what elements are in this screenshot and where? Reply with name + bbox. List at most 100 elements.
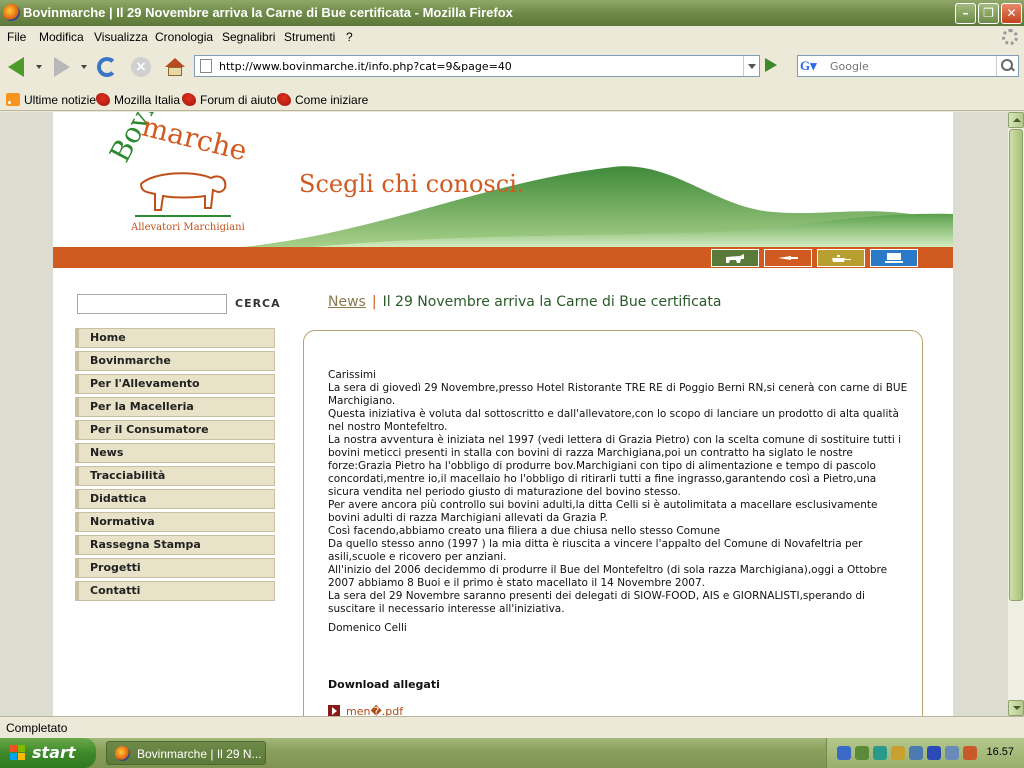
url-input[interactable]: [219, 58, 739, 74]
search-bar[interactable]: G▾: [797, 55, 1019, 77]
sidebar-item-progetti[interactable]: Progetti: [75, 558, 275, 578]
window-title: Bovinmarche | Il 29 Novembre arriva la C…: [23, 5, 513, 20]
tray-device-icon[interactable]: [945, 746, 959, 760]
menu-file[interactable]: File: [7, 30, 26, 44]
tray-settings-icon[interactable]: [891, 746, 905, 760]
go-button[interactable]: [765, 58, 777, 72]
bookmark-come-iniziare[interactable]: Come iniziare: [277, 93, 368, 107]
article-line: Così facendo,abbiamo creato una filiera …: [328, 525, 721, 537]
menu-bar: File Modifica Visualizza Cronologia Segn…: [0, 26, 1024, 48]
mozilla-icon: [277, 93, 291, 106]
article-line: Questa iniziativa è voluta dal sottoscri…: [328, 408, 899, 433]
back-history-dropdown[interactable]: [36, 65, 42, 69]
online-category-button[interactable]: [870, 249, 918, 267]
taskbar-clock: 16.57: [986, 746, 1014, 758]
site-slogan: Scegli chi conosci.: [299, 170, 525, 198]
url-bar[interactable]: [194, 55, 760, 77]
back-arrow-icon: [8, 57, 24, 77]
attachment-link[interactable]: men�.pdf: [328, 705, 403, 716]
tray-bluetooth-icon[interactable]: [927, 746, 941, 760]
sidebar-item-bovinmarche[interactable]: Bovinmarche: [75, 351, 275, 371]
url-history-dropdown[interactable]: [743, 56, 759, 76]
minimize-button[interactable]: –: [955, 3, 976, 24]
tray-security-icon[interactable]: [873, 746, 887, 760]
site-search-input[interactable]: [77, 294, 227, 314]
consumatore-category-button[interactable]: [817, 249, 865, 267]
sidebar-item-tracciabilita[interactable]: Tracciabilità: [75, 466, 275, 486]
forward-history-dropdown[interactable]: [81, 65, 87, 69]
status-text: Completato: [6, 721, 68, 735]
scrollbar-thumb[interactable]: [1009, 129, 1023, 601]
rss-icon: [6, 93, 20, 106]
menu-help[interactable]: ?: [346, 30, 353, 44]
mozilla-icon: [96, 93, 110, 106]
allevamento-category-button[interactable]: [711, 249, 759, 267]
sidebar-item-normativa[interactable]: Normativa: [75, 512, 275, 532]
tray-volume-icon[interactable]: [963, 746, 977, 760]
system-tray: 16.57: [826, 738, 1024, 768]
taskbar-window-title: Bovinmarche | Il 29 N...: [137, 747, 262, 761]
article-line: Per avere ancora più controllo sui bovin…: [328, 499, 878, 524]
start-label: start: [32, 743, 76, 762]
sidebar-item-news[interactable]: News: [75, 443, 275, 463]
bookmark-mozilla-italia[interactable]: Mozilla Italia: [96, 93, 180, 107]
sidebar-item-rassegna-stampa[interactable]: Rassegna Stampa: [75, 535, 275, 555]
stop-button[interactable]: ×: [128, 54, 154, 80]
downloads-heading: Download allegati: [328, 678, 440, 691]
article-line: La sera di giovedì 29 Novembre,presso Ho…: [328, 382, 908, 407]
web-search-input[interactable]: [830, 58, 990, 74]
pdf-icon: [328, 705, 340, 716]
stop-icon: ×: [131, 57, 151, 77]
sidebar-item-home[interactable]: Home: [75, 328, 275, 348]
home-icon: [165, 58, 185, 76]
search-icon[interactable]: [996, 56, 1018, 76]
menu-strumenti[interactable]: Strumenti: [284, 30, 335, 44]
reload-icon: [97, 57, 117, 77]
menu-segnalibri[interactable]: Segnalibri: [222, 30, 275, 44]
firefox-icon: [3, 4, 20, 21]
tray-monitor-icon[interactable]: [837, 746, 851, 760]
sidebar-item-macelleria[interactable]: Per la Macelleria: [75, 397, 275, 417]
tray-network-icon[interactable]: [855, 746, 869, 760]
vertical-scrollbar[interactable]: [1007, 112, 1024, 716]
category-band: [53, 247, 953, 268]
sidebar-item-allevamento[interactable]: Per l'Allevamento: [75, 374, 275, 394]
close-button[interactable]: ✕: [1001, 3, 1022, 24]
window-titlebar: Bovinmarche | Il 29 Novembre arriva la C…: [0, 0, 1024, 26]
scroll-up-arrow-icon[interactable]: [1008, 112, 1024, 128]
attachment-filename: men�.pdf: [346, 705, 404, 716]
taskbar-firefox-window[interactable]: Bovinmarche | Il 29 N...: [106, 741, 266, 765]
tray-app-icon[interactable]: [909, 746, 923, 760]
sidebar-item-consumatore[interactable]: Per il Consumatore: [75, 420, 275, 440]
macelleria-category-button[interactable]: [764, 249, 812, 267]
article-line: All'inizio del 2006 decidemmo di produrr…: [328, 564, 888, 589]
pan-icon: [832, 255, 851, 262]
back-button[interactable]: [4, 54, 30, 80]
scroll-down-arrow-icon[interactable]: [1008, 700, 1024, 716]
page-title: Il 29 Novembre arriva la Carne di Bue ce…: [382, 294, 722, 310]
article-line: La sera del 29 Novembre saranno presenti…: [328, 590, 865, 615]
sidebar-item-contatti[interactable]: Contatti: [75, 581, 275, 601]
breadcrumb-news-link[interactable]: News: [328, 294, 366, 310]
article-signature: Domenico Celli: [328, 622, 407, 634]
menu-modifica[interactable]: Modifica: [39, 30, 84, 44]
google-icon[interactable]: G▾: [800, 58, 826, 74]
breadcrumb-separator: |: [371, 294, 377, 310]
home-button[interactable]: [162, 54, 188, 80]
maximize-button[interactable]: ❐: [978, 3, 999, 24]
bookmark-forum-di-aiuto[interactable]: Forum di aiuto: [182, 93, 277, 107]
knife-icon: [778, 256, 798, 260]
web-page: Bovin marche Allevatori Marchigiani Sceg…: [53, 112, 953, 716]
article-line: La nostra avventura è iniziata nel 1997 …: [328, 434, 902, 498]
bookmark-ultime-notizie[interactable]: Ultime notizie: [6, 93, 96, 107]
cow-logo-icon: [135, 172, 231, 217]
mozilla-icon: [182, 93, 196, 106]
site-search-button[interactable]: CERCA: [235, 297, 281, 310]
sidebar-item-didattica[interactable]: Didattica: [75, 489, 275, 509]
start-button[interactable]: start: [0, 738, 96, 768]
menu-visualizza[interactable]: Visualizza: [94, 30, 148, 44]
menu-cronologia[interactable]: Cronologia: [155, 30, 213, 44]
page-icon: [200, 59, 212, 73]
reload-button[interactable]: [94, 54, 120, 80]
forward-button[interactable]: [48, 54, 74, 80]
